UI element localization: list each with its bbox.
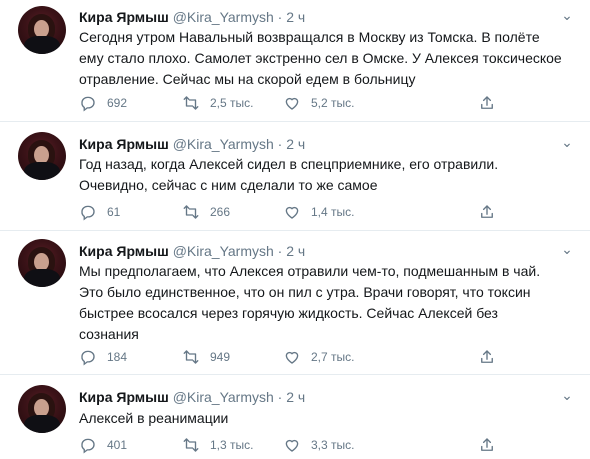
tweet-text: Алексей в реанимации	[79, 408, 579, 429]
author-name[interactable]: Кира Ярмыш	[79, 243, 169, 259]
chevron-down-icon[interactable]: ⌄	[556, 8, 578, 26]
tweet-text-line: Очевидно, сейчас с ним сделали то же сам…	[79, 177, 378, 193]
author-handle[interactable]: @Kira_Yarmysh	[173, 136, 274, 152]
tweet[interactable]: Кира Ярмыш @Kira_Yarmysh · 2 ч ⌄ Алексей…	[0, 375, 590, 459]
retweet-icon	[183, 438, 199, 452]
retweet-button[interactable]: 2,5 тыс.	[182, 93, 253, 113]
author-name[interactable]: Кира Ярмыш	[79, 136, 169, 152]
tweet-text-line: отравление. Сейчас мы на скорой едем в б…	[79, 71, 416, 87]
share-button[interactable]	[478, 435, 506, 455]
retweet-button[interactable]: 1,3 тыс.	[182, 435, 253, 455]
tweet-text-line: Мы предполагаем, что Алексея отравили че…	[79, 263, 541, 279]
author-name[interactable]: Кира Ярмыш	[79, 9, 169, 25]
separator-dot: ·	[277, 389, 283, 405]
tweet-header: Кира Ярмыш @Kira_Yarmysh · 2 ч	[79, 135, 305, 153]
tweet-text: Год назад, когда Алексей сидел в спецпри…	[79, 154, 579, 196]
tweet-text: Сегодня утром Навальный возвращался в Мо…	[79, 27, 579, 90]
like-button[interactable]: 5,2 тыс.	[283, 93, 354, 113]
reply-button[interactable]: 692	[79, 93, 127, 113]
heart-icon	[285, 439, 299, 452]
retweet-button[interactable]: 949	[182, 347, 230, 367]
tweet-actions: 401 1,3 тыс. 3,3 тыс.	[79, 435, 499, 455]
share-icon	[481, 205, 493, 218]
tweet-text-line: ему стало плохо. Самолет экстренно сел в…	[79, 50, 562, 66]
tweet-text-line: Сегодня утром Навальный возвращался в Мо…	[79, 29, 540, 45]
tweet-header: Кира Ярмыш @Kira_Yarmysh · 2 ч	[79, 242, 305, 260]
reply-icon	[81, 438, 95, 454]
tweet-text-line: Год назад, когда Алексей сидел в спецпри…	[79, 156, 499, 172]
share-icon	[481, 96, 493, 109]
like-button[interactable]: 1,4 тыс.	[283, 202, 354, 222]
share-button[interactable]	[478, 93, 506, 113]
reply-count: 692	[107, 96, 128, 110]
reply-count: 401	[107, 438, 128, 452]
separator-dot: ·	[277, 9, 283, 25]
tweet-text-line: сознания	[79, 326, 139, 342]
timestamp[interactable]: 2 ч	[286, 389, 305, 405]
timestamp[interactable]: 2 ч	[286, 9, 305, 25]
like-button[interactable]: 2,7 тыс.	[283, 347, 354, 367]
like-count: 2,7 тыс.	[311, 350, 355, 364]
retweet-count: 1,3 тыс.	[210, 438, 254, 452]
retweet-count: 2,5 тыс.	[210, 96, 254, 110]
like-count: 5,2 тыс.	[311, 96, 355, 110]
tweet[interactable]: Кира Ярмыш @Kira_Yarmysh · 2 ч ⌄ Сегодня…	[0, 0, 590, 120]
reply-icon	[81, 96, 95, 112]
tweet-header: Кира Ярмыш @Kira_Yarmysh · 2 ч	[79, 8, 305, 26]
author-name[interactable]: Кира Ярмыш	[79, 389, 169, 405]
chevron-down-icon[interactable]: ⌄	[556, 388, 578, 406]
tweet[interactable]: Кира Ярмыш @Kira_Yarmysh · 2 ч ⌄ Мы пред…	[0, 231, 590, 373]
author-handle[interactable]: @Kira_Yarmysh	[173, 9, 274, 25]
like-button[interactable]: 3,3 тыс.	[283, 435, 354, 455]
retweet-icon	[183, 350, 199, 364]
tweet-thread: Кира Ярмыш @Kira_Yarmysh · 2 ч ⌄ Сегодня…	[0, 0, 590, 459]
tweet-actions: 692 2,5 тыс. 5,2 тыс.	[79, 93, 499, 113]
avatar[interactable]	[18, 239, 66, 287]
share-button[interactable]	[478, 202, 506, 222]
avatar[interactable]	[18, 385, 66, 433]
like-count: 1,4 тыс.	[311, 205, 355, 219]
reply-icon	[81, 350, 95, 366]
like-count: 3,3 тыс.	[311, 438, 355, 452]
tweet-text-line: быстрее всосался через горячую жидкость.…	[79, 305, 498, 321]
share-icon	[481, 350, 493, 363]
reply-button[interactable]: 184	[79, 347, 127, 367]
retweet-count: 266	[210, 205, 231, 219]
timestamp[interactable]: 2 ч	[286, 136, 305, 152]
share-button[interactable]	[478, 347, 506, 367]
separator-dot: ·	[277, 243, 283, 259]
reply-button[interactable]: 401	[79, 435, 127, 455]
tweet-text-line: Это было единственное, что он пил с утра…	[79, 284, 531, 300]
reply-button[interactable]: 61	[79, 202, 120, 222]
retweet-button[interactable]: 266	[182, 202, 230, 222]
avatar[interactable]	[18, 6, 66, 54]
tweet-header: Кира Ярмыш @Kira_Yarmysh · 2 ч	[79, 388, 305, 406]
reply-count: 184	[107, 350, 128, 364]
tweet[interactable]: Кира Ярмыш @Kira_Yarmysh · 2 ч ⌄ Год наз…	[0, 122, 590, 230]
heart-icon	[285, 206, 299, 219]
author-handle[interactable]: @Kira_Yarmysh	[173, 389, 274, 405]
heart-icon	[285, 351, 299, 364]
retweet-count: 949	[210, 350, 231, 364]
chevron-down-icon[interactable]: ⌄	[556, 135, 578, 153]
retweet-icon	[183, 205, 199, 219]
share-icon	[481, 438, 493, 451]
tweet-text-line: Алексей в реанимации	[79, 410, 229, 426]
retweet-icon	[183, 96, 199, 110]
heart-icon	[285, 97, 299, 110]
tweet-text: Мы предполагаем, что Алексея отравили че…	[79, 261, 579, 345]
avatar[interactable]	[18, 132, 66, 180]
author-handle[interactable]: @Kira_Yarmysh	[173, 243, 274, 259]
chevron-down-icon[interactable]: ⌄	[556, 242, 578, 260]
reply-icon	[81, 205, 95, 221]
separator-dot: ·	[277, 136, 283, 152]
tweet-actions: 184 949 2,7 тыс.	[79, 347, 499, 367]
timestamp[interactable]: 2 ч	[286, 243, 305, 259]
reply-count: 61	[107, 205, 121, 219]
tweet-actions: 61 266 1,4 тыс.	[79, 202, 499, 222]
